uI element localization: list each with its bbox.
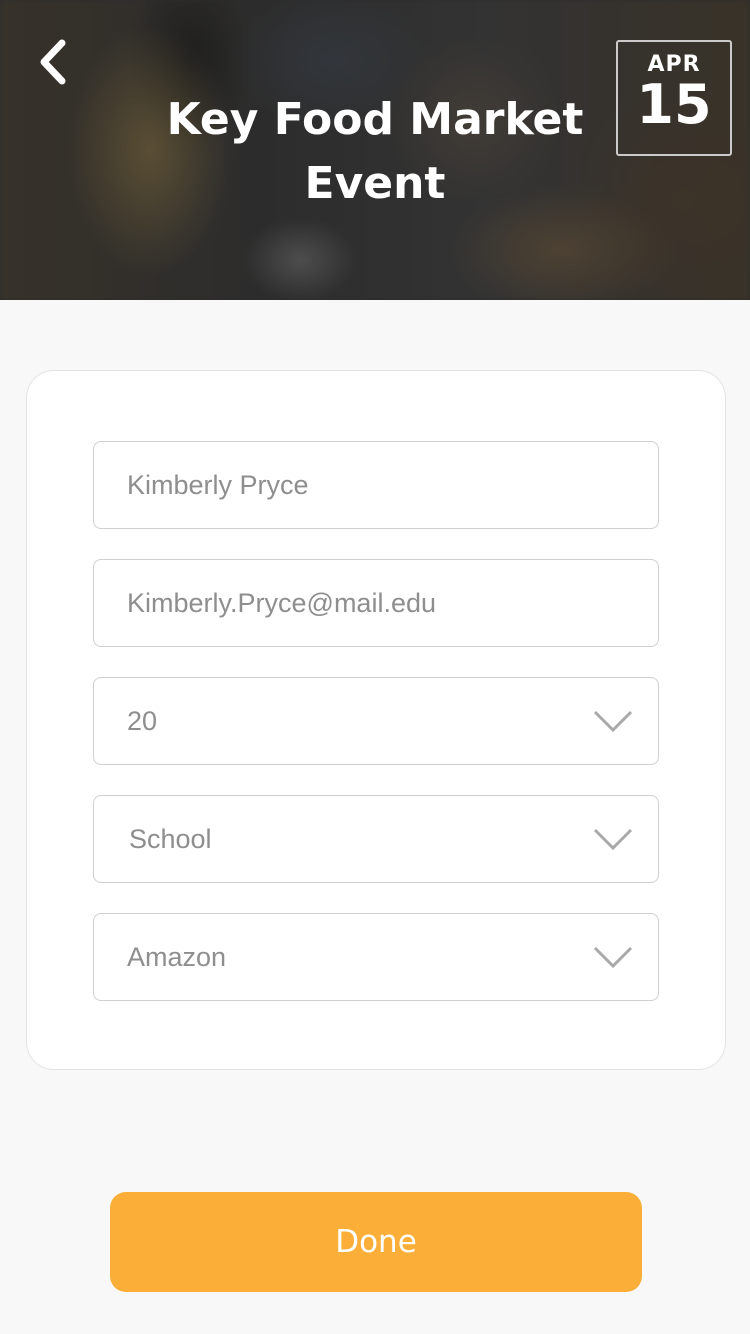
name-field-value: Kimberly Pryce bbox=[127, 469, 309, 500]
done-button[interactable]: Done bbox=[110, 1192, 642, 1292]
event-date-day: 15 bbox=[636, 73, 712, 136]
registration-form-card: Kimberly Pryce Kimberly.Pryce@mail.edu 2… bbox=[26, 370, 726, 1070]
source-select[interactable]: Amazon bbox=[93, 913, 659, 1001]
email-field-value: Kimberly.Pryce@mail.edu bbox=[127, 587, 436, 618]
event-header: Key Food Market Event APR 15 bbox=[0, 0, 750, 300]
chevron-down-icon bbox=[592, 944, 634, 970]
organization-select[interactable]: School bbox=[93, 795, 659, 883]
back-button[interactable] bbox=[28, 34, 78, 90]
event-date-badge: APR 15 bbox=[616, 40, 732, 156]
organization-select-value: School bbox=[129, 823, 212, 854]
name-field[interactable]: Kimberly Pryce bbox=[93, 441, 659, 529]
source-select-value: Amazon bbox=[127, 941, 227, 972]
age-select[interactable]: 20 bbox=[93, 677, 659, 765]
chevron-left-icon bbox=[40, 39, 66, 85]
chevron-down-icon bbox=[592, 826, 634, 852]
chevron-down-icon bbox=[592, 708, 634, 734]
age-select-value: 20 bbox=[127, 705, 158, 736]
event-title: Key Food Market Event bbox=[166, 94, 584, 209]
email-field[interactable]: Kimberly.Pryce@mail.edu bbox=[93, 559, 659, 647]
